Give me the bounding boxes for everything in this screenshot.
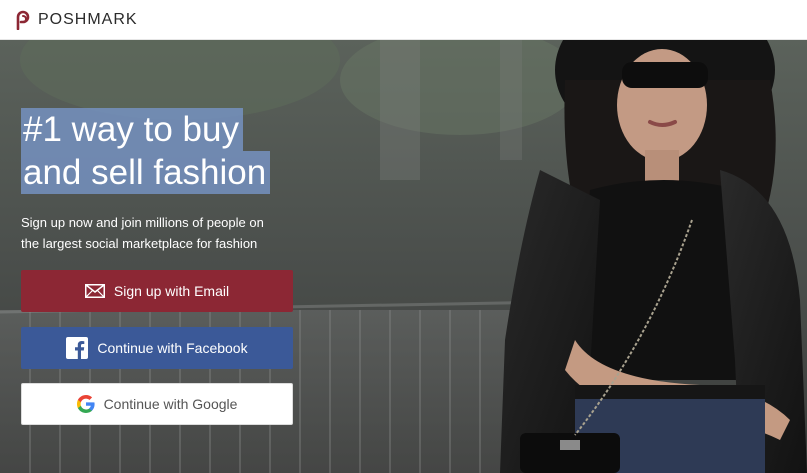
continue-facebook-label: Continue with Facebook xyxy=(97,340,248,356)
hero-headline: #1 way to buy and sell fashion xyxy=(21,108,321,194)
brand-name: POSHMARK xyxy=(38,10,138,28)
sign-up-email-button[interactable]: Sign up with Email xyxy=(21,270,293,312)
subtext-line-1: Sign up now and join millions of people … xyxy=(21,215,264,230)
headline-line-1: #1 way to buy xyxy=(21,108,243,151)
continue-facebook-button[interactable]: Continue with Facebook xyxy=(21,327,293,369)
hero-subtext: Sign up now and join millions of people … xyxy=(21,212,321,254)
sign-up-email-label: Sign up with Email xyxy=(113,283,230,299)
headline-line-2: and sell fashion xyxy=(21,151,271,194)
top-navigation-bar: POSHMARK xyxy=(0,0,807,40)
hero-banner: #1 way to buy and sell fashion Sign up n… xyxy=(0,40,807,473)
google-icon xyxy=(76,395,95,413)
poshmark-logo[interactable]: POSHMARK xyxy=(14,10,138,30)
subtext-line-2: the largest social marketplace for fashi… xyxy=(21,236,258,251)
poshmark-logo-icon xyxy=(14,10,32,30)
continue-google-label: Continue with Google xyxy=(103,396,238,412)
facebook-icon xyxy=(66,337,89,359)
envelope-icon xyxy=(84,284,105,298)
continue-google-button[interactable]: Continue with Google xyxy=(21,383,293,425)
